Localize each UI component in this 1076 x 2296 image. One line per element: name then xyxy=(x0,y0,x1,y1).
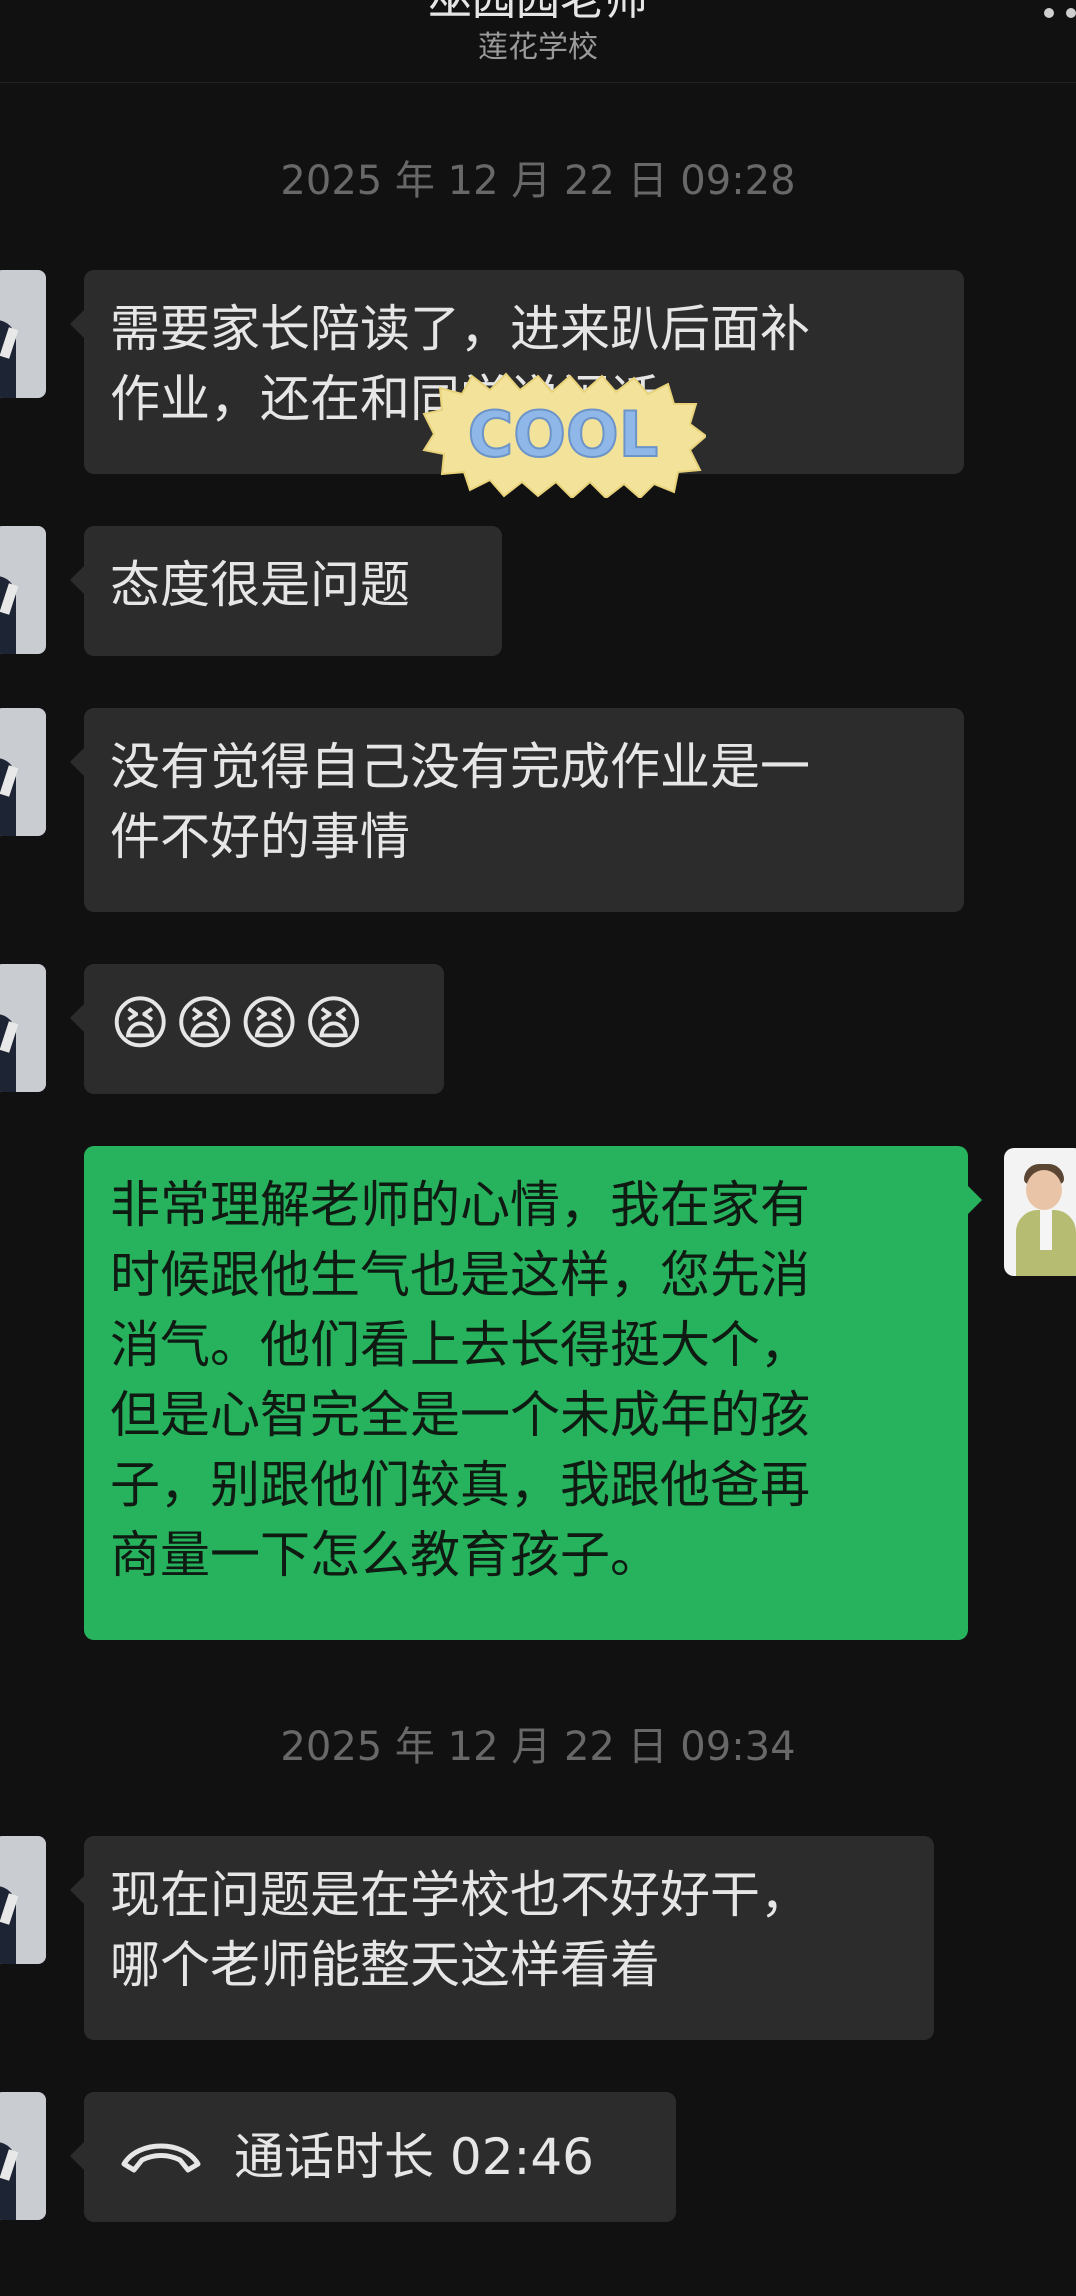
outgoing-message-bubble[interactable]: 非常理解老师的心情，我在家有 时候跟他生气也是这样，您先消 消气。他们看上去长得… xyxy=(84,1146,982,1640)
chat-screen: 巫园园老师 莲花学校 2025 年 12 月 22 日 09:28 需要家长陪读… xyxy=(0,0,1076,2296)
teacher-avatar[interactable] xyxy=(0,270,46,398)
message-bubble[interactable]: 现在问题是在学校也不好好干， 哪个老师能整天这样看着 xyxy=(70,1836,934,2040)
message-bubble[interactable]: 态度很是问题 xyxy=(70,526,502,656)
timestamp: 2025 年 12 月 22 日 09:28 xyxy=(280,158,796,204)
call-duration-label: 通话时长 02:46 xyxy=(234,2128,594,2186)
teacher-avatar[interactable] xyxy=(0,964,46,1092)
sticker-text: COOL xyxy=(468,398,658,471)
phone-hangup-icon xyxy=(121,2143,201,2173)
teacher-avatar[interactable] xyxy=(0,1836,46,1964)
my-avatar[interactable] xyxy=(1004,1148,1076,1276)
chat-subtitle: 莲花学校 xyxy=(478,30,598,65)
teacher-avatar[interactable] xyxy=(0,526,46,654)
timestamp: 2025 年 12 月 22 日 09:34 xyxy=(280,1724,796,1770)
call-record-bubble[interactable]: 通话时长 02:46 xyxy=(70,2092,676,2222)
teacher-avatar[interactable] xyxy=(0,708,46,836)
emoji-message-bubble[interactable]: 😫😫😫😫 xyxy=(70,964,444,1094)
more-options-icon[interactable] xyxy=(1036,2,1076,26)
chat-header: 巫园园老师 莲花学校 xyxy=(0,0,1076,83)
teacher-avatar[interactable] xyxy=(0,2092,46,2220)
cool-sticker-icon: COOL xyxy=(422,372,706,498)
chat-title[interactable]: 巫园园老师 xyxy=(0,0,1076,22)
message-bubble[interactable]: 没有觉得自己没有完成作业是一 件不好的事情 xyxy=(70,708,964,912)
